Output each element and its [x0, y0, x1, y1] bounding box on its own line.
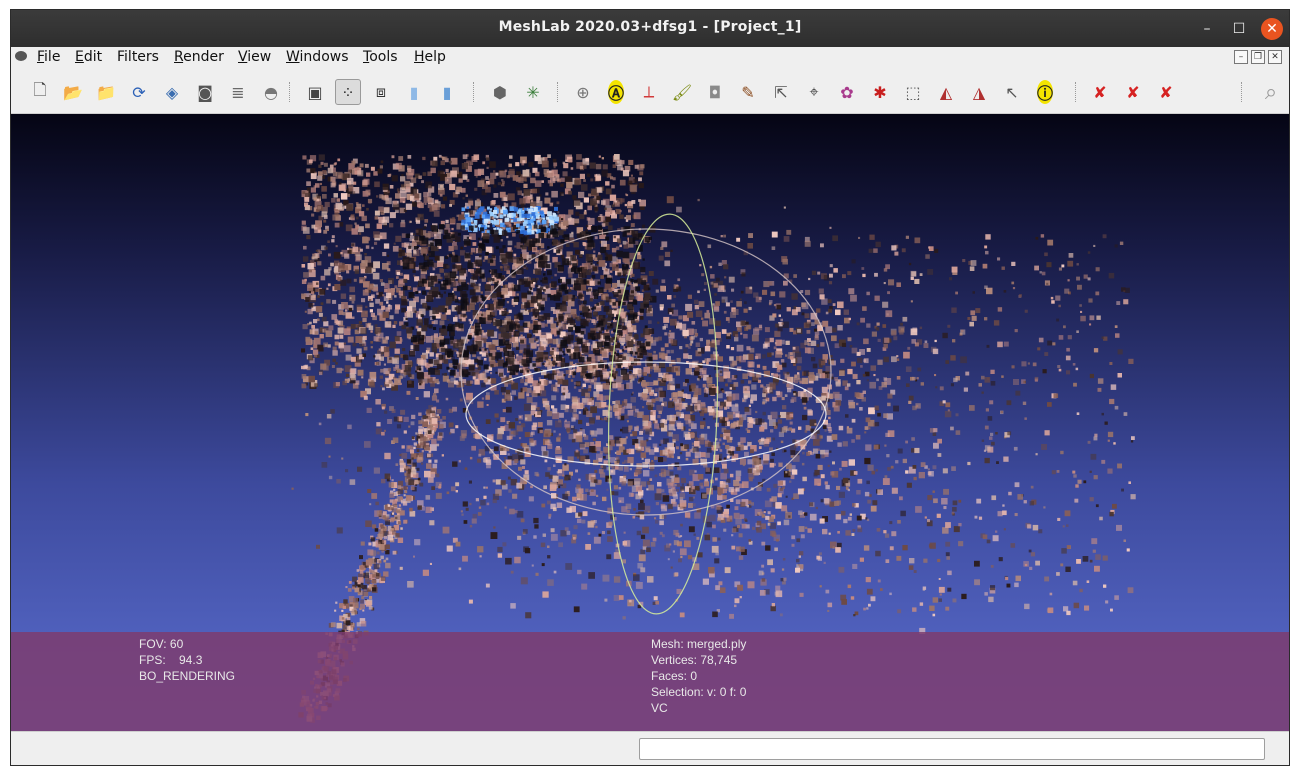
maximize-button[interactable]: ☐: [1228, 18, 1250, 40]
meshlab-logo-icon: [15, 51, 27, 61]
export-mesh-button[interactable]: ◈: [159, 79, 185, 105]
info-button[interactable]: ⓘ: [1032, 79, 1058, 105]
open-project-button[interactable]: 📂: [60, 79, 86, 105]
annotation-icon: Ⓐ: [607, 80, 624, 104]
trackball-axes-button[interactable]: ✳: [520, 79, 546, 105]
texture-paint-icon: ✿: [840, 82, 854, 102]
delete-faces-icon: ✘: [1126, 82, 1140, 102]
search-button[interactable]: ⌕: [1258, 79, 1284, 105]
delete-selection-button[interactable]: ✘: [1153, 79, 1179, 105]
open-project-icon: 📂: [63, 82, 83, 102]
layers-icon: ≣: [231, 82, 245, 102]
minimize-button[interactable]: –: [1196, 18, 1218, 40]
georef-button[interactable]: ✱: [867, 79, 893, 105]
toolbar-separator: [289, 82, 292, 102]
toolbar-separator: [1241, 82, 1244, 102]
select-rect-button[interactable]: ⬚: [900, 79, 926, 105]
flat-render-button[interactable]: ▮: [401, 79, 427, 105]
menu-help[interactable]: Help: [414, 49, 446, 65]
annotation-button[interactable]: Ⓐ: [603, 79, 629, 105]
select-rect-icon: ⬚: [905, 82, 921, 102]
bounding-box-icon: ▣: [307, 82, 323, 102]
trackball-axes-icon: ✳: [526, 82, 540, 102]
smooth-render-icon: ▮: [442, 82, 452, 102]
sphere-button[interactable]: ⊕: [570, 79, 596, 105]
raster-layer-icon: ◓: [264, 82, 278, 102]
raster-align-button[interactable]: ◘: [702, 79, 728, 105]
menu-filters[interactable]: Filters: [117, 49, 159, 65]
brush-button[interactable]: ✎: [735, 79, 761, 105]
layers-button[interactable]: ≣: [225, 79, 251, 105]
menu-render[interactable]: Render: [174, 49, 224, 65]
pick-points-icon: ⌖: [809, 82, 819, 101]
toolbar-separator: [557, 82, 560, 102]
lighting-button[interactable]: ⬢: [487, 79, 513, 105]
select-faces-icon: ◭: [939, 82, 953, 102]
mdi-minimize-button[interactable]: –: [1234, 50, 1248, 64]
wireframe-render-icon: ⧈: [375, 82, 387, 101]
reload-button[interactable]: ⟳: [126, 79, 152, 105]
delete-faces-button[interactable]: ✘: [1120, 79, 1146, 105]
points-render-icon: ⁘: [341, 82, 355, 102]
info-overlay: FOV: 60 FPS: 94.3 BO_RENDERING Mesh: mer…: [11, 632, 1289, 731]
texture-paint-button[interactable]: ✿: [834, 79, 860, 105]
delete-selection-icon: ✘: [1159, 82, 1173, 102]
measure-axes-icon: ⟂: [643, 82, 655, 101]
measure-axes-button[interactable]: ⟂: [636, 79, 662, 105]
select-connected-icon: ◮: [972, 82, 986, 102]
status-message-field: [639, 738, 1265, 760]
mdi-restore-button[interactable]: ❐: [1251, 50, 1265, 64]
import-mesh-button[interactable]: 📁: [93, 79, 119, 105]
raster-layer-button[interactable]: ◓: [258, 79, 284, 105]
snapshot-button[interactable]: ◙: [192, 79, 218, 105]
paint-bucket-button[interactable]: 🖌: [669, 79, 695, 105]
menu-view[interactable]: View: [238, 49, 271, 65]
export-mesh-icon: ◈: [165, 82, 179, 102]
select-vertex-icon: ⇱: [774, 82, 788, 102]
mdi-close-button[interactable]: ✕: [1268, 50, 1282, 64]
3d-viewport[interactable]: FOV: 60 FPS: 94.3 BO_RENDERING Mesh: mer…: [11, 114, 1289, 731]
title-bar[interactable]: MeshLab 2020.03+dfsg1 - [Project_1] – ☐ …: [11, 10, 1289, 47]
select-vertex-button[interactable]: ⇱: [768, 79, 794, 105]
select-faces-button[interactable]: ◭: [933, 79, 959, 105]
info-icon: ⓘ: [1036, 80, 1053, 104]
new-project-button[interactable]: 🗋: [27, 79, 53, 105]
raster-align-icon: ◘: [708, 82, 722, 102]
menu-tools[interactable]: Tools: [363, 49, 398, 65]
menu-file[interactable]: File: [37, 49, 60, 65]
pick-points-button[interactable]: ⌖: [801, 79, 827, 105]
search-icon: ⌕: [1264, 79, 1278, 105]
delete-vertices-icon: ✘: [1093, 82, 1107, 102]
wireframe-render-button[interactable]: ⧈: [368, 79, 394, 105]
meshlab-window: MeshLab 2020.03+dfsg1 - [Project_1] – ☐ …: [10, 9, 1290, 766]
lighting-icon: ⬢: [493, 82, 507, 102]
flat-render-icon: ▮: [409, 82, 419, 102]
smooth-render-button[interactable]: ▮: [434, 79, 460, 105]
select-pointer-icon: ↖: [1005, 82, 1019, 102]
georef-icon: ✱: [873, 82, 887, 102]
select-pointer-button[interactable]: ↖: [999, 79, 1025, 105]
main-toolbar: 🗋 📂 📁 ⟳ ◈ ◙ ≣ ◓ ▣ ⁘ ⧈ ▮ ▮ ⬢ ✳ ⊕ Ⓐ ⟂ 🖌 ◘ ✎ ⇱ ⌖ ✿ ✱ ⬚ ◭ ◮ ↖ ⓘ ✘ ✘ ✘ ⌕: [11, 70, 1289, 114]
toolbar-separator: [473, 82, 476, 102]
menu-windows[interactable]: Windows: [286, 49, 349, 65]
new-project-icon: 🗋: [33, 79, 47, 99]
menu-bar: File Edit Filters Render View Windows To…: [11, 47, 1289, 69]
render-info: FOV: 60 FPS: 94.3 BO_RENDERING: [139, 637, 236, 683]
points-render-button[interactable]: ⁘: [335, 79, 361, 105]
paint-bucket-icon: 🖌: [671, 82, 693, 102]
sphere-icon: ⊕: [576, 82, 590, 102]
bounding-box-button[interactable]: ▣: [302, 79, 328, 105]
brush-icon: ✎: [741, 82, 755, 102]
mesh-info: Mesh: merged.ply Vertices: 78,745 Faces:…: [651, 637, 747, 715]
select-connected-button[interactable]: ◮: [966, 79, 992, 105]
window-title: MeshLab 2020.03+dfsg1 - [Project_1]: [498, 19, 802, 35]
toolbar-separator: [1075, 82, 1078, 102]
status-bar: [11, 731, 1289, 765]
reload-icon: ⟳: [132, 82, 146, 102]
close-button[interactable]: ✕: [1261, 18, 1283, 40]
import-mesh-icon: 📁: [96, 82, 116, 102]
menu-edit[interactable]: Edit: [75, 49, 102, 65]
snapshot-icon: ◙: [197, 82, 213, 102]
delete-vertices-button[interactable]: ✘: [1087, 79, 1113, 105]
